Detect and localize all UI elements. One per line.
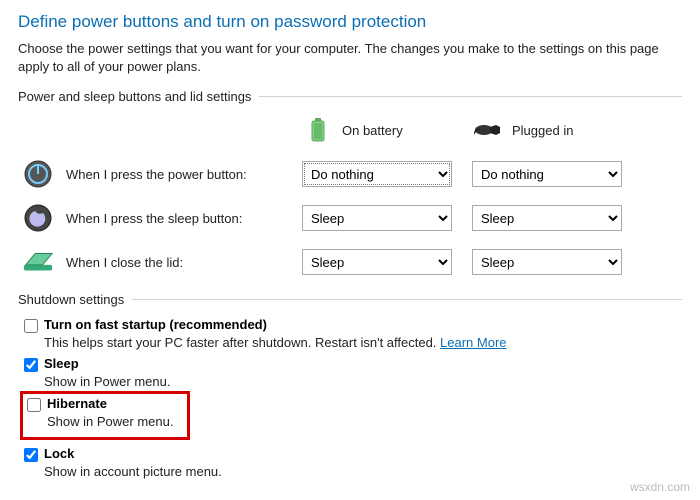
row-lid-text: When I close the lid:	[66, 255, 183, 270]
sleep-plugged-select[interactable]: Sleep	[472, 205, 622, 231]
row-power-label: When I press the power button:	[22, 158, 282, 190]
section-shutdown-label: Shutdown settings	[18, 292, 124, 307]
page-subtitle: Choose the power settings that you want …	[18, 40, 682, 75]
header-plugged-label: Plugged in	[512, 123, 573, 138]
option-sleep: Sleep	[24, 356, 682, 372]
sleep-desc: Show in Power menu.	[44, 374, 682, 389]
sleep-title: Sleep	[44, 356, 79, 371]
fast-startup-desc-text: This helps start your PC faster after sh…	[44, 335, 440, 350]
section-divider	[132, 299, 682, 300]
battery-icon	[302, 114, 334, 146]
row-power-text: When I press the power button:	[66, 167, 247, 182]
power-battery-select[interactable]: Do nothing	[302, 161, 452, 187]
hibernate-title: Hibernate	[47, 396, 107, 411]
hibernate-checkbox[interactable]	[27, 398, 41, 412]
fast-startup-desc: This helps start your PC faster after sh…	[44, 335, 682, 350]
fast-startup-checkbox[interactable]	[24, 319, 38, 333]
lock-title: Lock	[44, 446, 74, 461]
row-sleep-label: When I press the sleep button:	[22, 202, 282, 234]
section-divider	[259, 96, 682, 97]
option-lock: Lock	[24, 446, 682, 462]
learn-more-link[interactable]: Learn More	[440, 335, 506, 350]
section-label: Power and sleep buttons and lid settings	[18, 89, 251, 104]
fast-startup-title: Turn on fast startup (recommended)	[44, 317, 267, 332]
option-fast-startup: Turn on fast startup (recommended)	[24, 317, 682, 333]
row-lid-label: When I close the lid:	[22, 246, 282, 278]
header-battery-label: On battery	[342, 123, 403, 138]
sleep-checkbox[interactable]	[24, 358, 38, 372]
section-power-buttons: Power and sleep buttons and lid settings	[18, 89, 682, 104]
lock-checkbox[interactable]	[24, 448, 38, 462]
hibernate-highlight: Hibernate Show in Power menu.	[20, 391, 190, 440]
lid-icon	[22, 246, 54, 278]
lid-battery-select[interactable]: Sleep	[302, 249, 452, 275]
shutdown-settings: Turn on fast startup (recommended) This …	[24, 317, 682, 479]
power-grid: On battery Plugged in When I press the p…	[22, 114, 682, 278]
lid-plugged-select[interactable]: Sleep	[472, 249, 622, 275]
watermark: wsxdn.com	[630, 480, 690, 494]
plug-icon	[472, 114, 504, 146]
section-shutdown: Shutdown settings	[18, 292, 682, 307]
header-battery: On battery	[302, 114, 452, 146]
header-plugged: Plugged in	[472, 114, 622, 146]
power-button-icon	[22, 158, 54, 190]
sleep-button-icon	[22, 202, 54, 234]
row-sleep-text: When I press the sleep button:	[66, 211, 242, 226]
option-hibernate: Hibernate	[27, 396, 183, 412]
page-title: Define power buttons and turn on passwor…	[18, 12, 682, 32]
lock-desc: Show in account picture menu.	[44, 464, 682, 479]
hibernate-desc: Show in Power menu.	[47, 414, 183, 429]
sleep-battery-select[interactable]: Sleep	[302, 205, 452, 231]
power-plugged-select[interactable]: Do nothing	[472, 161, 622, 187]
